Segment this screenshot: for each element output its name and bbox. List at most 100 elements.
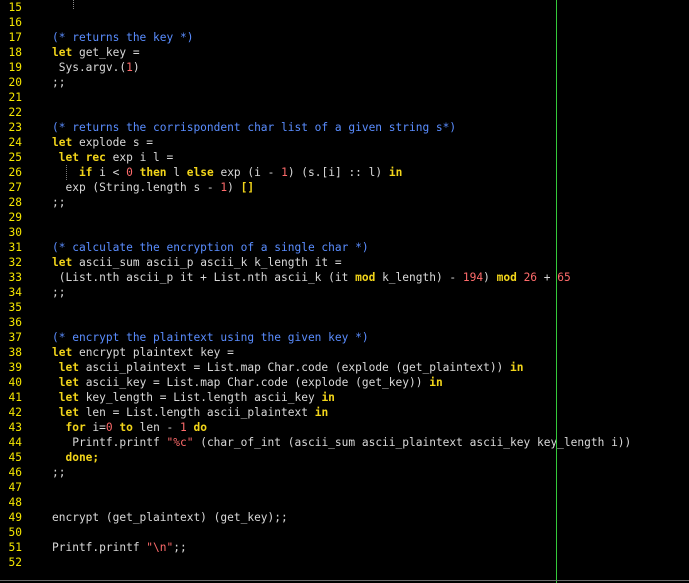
code-line[interactable]: 52 xyxy=(0,555,689,570)
code-text[interactable]: (* calculate the encryption of a single … xyxy=(52,240,369,255)
code-line[interactable]: 45 done; xyxy=(0,450,689,465)
code-text[interactable]: for i=0 to len - 1 do xyxy=(52,420,207,435)
code-line[interactable]: 21 xyxy=(0,90,689,105)
line-number: 26 xyxy=(8,166,22,179)
code-token: 1 xyxy=(281,166,288,179)
code-token: if xyxy=(52,166,93,179)
code-token: (List.nth ascii_p it + List.nth ascii_k … xyxy=(52,271,356,284)
line-number: 31 xyxy=(8,241,22,254)
code-text[interactable]: (* returns the corrispondent char list o… xyxy=(52,120,456,135)
code-editor[interactable]: 15 16 17 (* returns the key *) 18 let get_key… xyxy=(0,0,689,583)
code-line[interactable]: 34;; xyxy=(0,285,689,300)
code-token: (* calculate the encryption of a single … xyxy=(52,241,369,254)
code-text[interactable]: if i < 0 then l else exp (i - 1) (s.[i] … xyxy=(52,165,402,180)
code-text[interactable]: let encrypt plaintext key = xyxy=(52,345,234,360)
code-token: get_key = xyxy=(72,46,140,59)
code-text[interactable]: ;; xyxy=(52,285,65,300)
code-line[interactable]: 24 let explode s = xyxy=(0,135,689,150)
code-text[interactable]: (* encrypt the plaintext using the given… xyxy=(52,330,369,345)
line-number: 39 xyxy=(8,361,22,374)
code-token: ;; xyxy=(52,76,66,89)
code-line[interactable]: 41 let key_length = List.length ascii_ke… xyxy=(0,390,689,405)
code-token: (* returns the key *) xyxy=(52,31,194,44)
code-line[interactable]: 18 let get_key = xyxy=(0,45,689,60)
code-line[interactable]: 20;; xyxy=(0,75,689,90)
right-margin-guide xyxy=(556,0,557,583)
code-text[interactable]: let len = List.length ascii_plaintext in xyxy=(52,405,328,420)
code-text[interactable]: let ascii_sum ascii_p ascii_k k_length i… xyxy=(52,255,342,270)
code-token: 26 xyxy=(523,271,538,284)
code-line[interactable]: 32 let ascii_sum ascii_p ascii_k k_length… xyxy=(0,255,689,270)
code-line[interactable]: 27 exp (String.length s - 1) [] xyxy=(0,180,689,195)
code-token: key_length = List.length ascii_key xyxy=(78,391,322,404)
code-line[interactable]: 51 Printf.printf "\n";; xyxy=(0,540,689,555)
code-text[interactable]: done; xyxy=(52,450,99,465)
code-line[interactable]: 47 xyxy=(0,480,689,495)
code-token: 194 xyxy=(462,271,484,284)
code-line[interactable]: 23 (* returns the corrispondent char list… xyxy=(0,120,689,135)
code-line[interactable]: 15 xyxy=(0,0,689,15)
code-token: done; xyxy=(52,451,100,464)
code-line[interactable]: 25 let rec exp i l = xyxy=(0,150,689,165)
code-line[interactable]: 50 xyxy=(0,525,689,540)
code-line[interactable]: 22 xyxy=(0,105,689,120)
line-number: 24 xyxy=(8,136,22,149)
code-text[interactable]: (List.nth ascii_p it + List.nth ascii_k … xyxy=(52,270,571,285)
code-line[interactable]: 16 xyxy=(0,15,689,30)
code-line[interactable]: 33 (List.nth ascii_p it + List.nth ascii… xyxy=(0,270,689,285)
code-line[interactable]: 29 xyxy=(0,210,689,225)
code-token: ) xyxy=(227,181,241,194)
code-line[interactable]: 37 (* encrypt the plaintext using the giv… xyxy=(0,330,689,345)
line-number: 15 xyxy=(8,1,22,14)
code-line[interactable]: 31 (* calculate the encryption of a singl… xyxy=(0,240,689,255)
code-line[interactable]: 19 Sys.argv.(1) xyxy=(0,60,689,75)
code-text[interactable]: exp (String.length s - 1) [] xyxy=(52,180,254,195)
code-line[interactable]: 46;; xyxy=(0,465,689,480)
code-line[interactable]: 43 for i=0 to len - 1 do xyxy=(0,420,689,435)
code-text[interactable]: let explode s = xyxy=(52,135,153,150)
code-text[interactable]: Sys.argv.(1) xyxy=(52,60,140,75)
code-line[interactable]: 42 let len = List.length ascii_plaintext… xyxy=(0,405,689,420)
line-number: 36 xyxy=(8,316,22,329)
code-text[interactable]: let ascii_plaintext = List.map Char.code… xyxy=(52,360,524,375)
code-text[interactable]: ;; xyxy=(52,75,65,90)
code-text[interactable]: Printf.printf "\n";; xyxy=(52,540,187,555)
code-text[interactable]: (* returns the key *) xyxy=(52,30,193,45)
code-line[interactable]: 28;; xyxy=(0,195,689,210)
code-token: k_length) - xyxy=(375,271,463,284)
code-token: for xyxy=(52,421,86,434)
code-token: 0 xyxy=(126,166,133,179)
code-line[interactable]: 40 let ascii_key = List.map Char.code (e… xyxy=(0,375,689,390)
line-number: 19 xyxy=(8,61,22,74)
code-line[interactable]: 17 (* returns the key *) xyxy=(0,30,689,45)
code-line[interactable]: 26 if i < 0 then l else exp (i - 1) (s.[… xyxy=(0,165,689,180)
code-line[interactable]: 49 encrypt (get_plaintext) (get_key);; xyxy=(0,510,689,525)
code-text[interactable]: encrypt (get_plaintext) (get_key);; xyxy=(52,510,288,525)
code-line[interactable]: 35 xyxy=(0,300,689,315)
line-number: 25 xyxy=(8,151,22,164)
code-text[interactable]: let get_key = xyxy=(52,45,140,60)
code-token: let xyxy=(52,391,79,404)
code-line[interactable]: 44 Printf.printf "%c" (char_of_int (asci… xyxy=(0,435,689,450)
code-line[interactable]: 39 let ascii_plaintext = List.map Char.c… xyxy=(0,360,689,375)
code-lines[interactable]: 15 16 17 (* returns the key *) 18 let get_key… xyxy=(0,0,689,583)
code-token: to xyxy=(112,421,133,434)
code-text[interactable]: Printf.printf "%c" (char_of_int (ascii_s… xyxy=(52,435,631,450)
code-line[interactable]: 30 xyxy=(0,225,689,240)
code-token: do xyxy=(186,421,207,434)
code-text[interactable]: let key_length = List.length ascii_key i… xyxy=(52,390,335,405)
code-text[interactable]: ;; xyxy=(52,195,65,210)
code-token: else xyxy=(186,166,214,179)
line-number: 45 xyxy=(8,451,22,464)
code-text[interactable]: ;; xyxy=(52,465,65,480)
code-text[interactable]: let rec exp i l = xyxy=(52,150,174,165)
code-text[interactable]: let ascii_key = List.map Char.code (expl… xyxy=(52,375,443,390)
code-token: in xyxy=(321,391,335,404)
line-number: 16 xyxy=(8,16,22,29)
code-token: i= xyxy=(85,421,106,434)
code-line[interactable]: 36 xyxy=(0,315,689,330)
code-line[interactable]: 48 xyxy=(0,495,689,510)
code-token: exp (String.length s - xyxy=(52,181,221,194)
line-number: 21 xyxy=(8,91,22,104)
code-line[interactable]: 38 let encrypt plaintext key = xyxy=(0,345,689,360)
